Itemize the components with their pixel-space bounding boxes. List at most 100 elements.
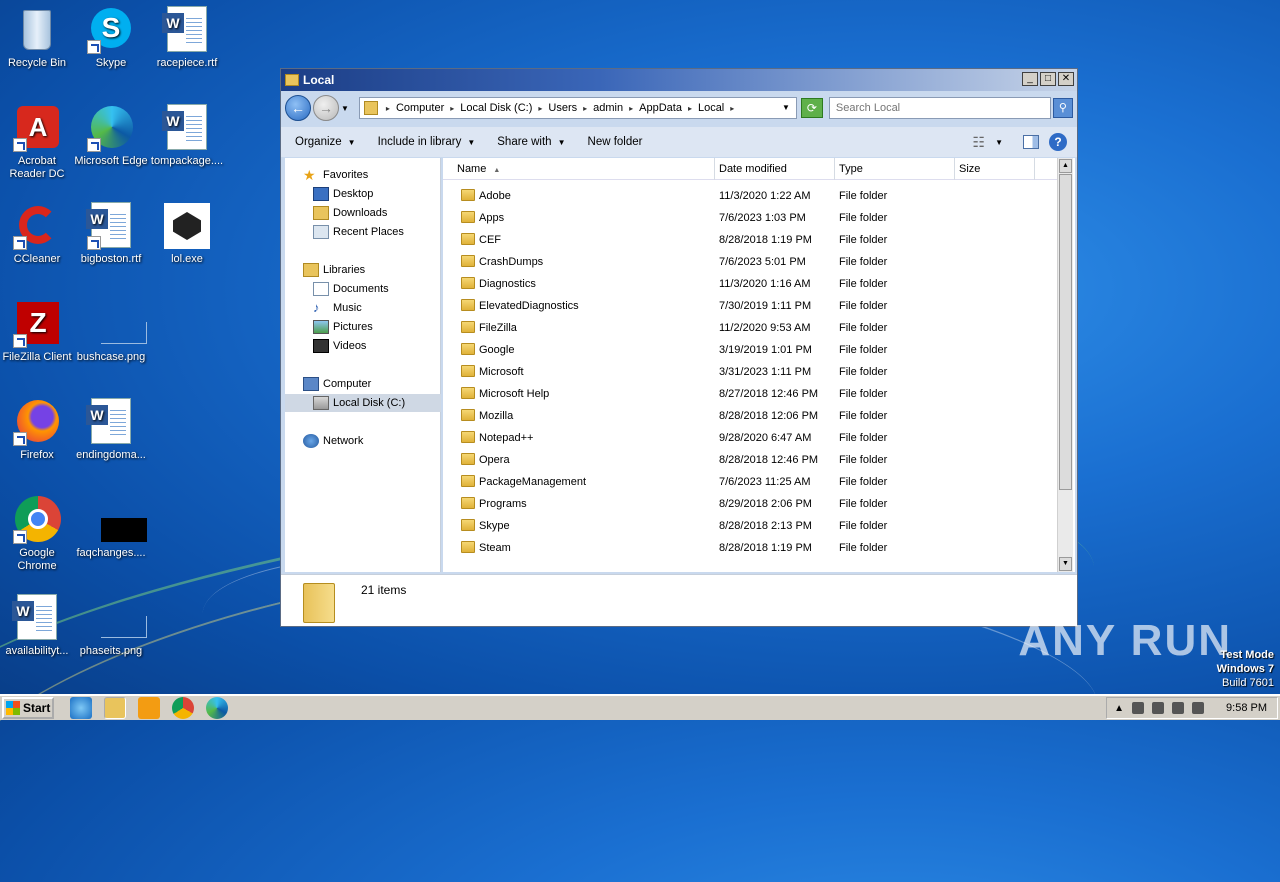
scroll-up-icon[interactable]: ▲ [1059, 159, 1072, 173]
close-button[interactable]: ✕ [1058, 72, 1074, 86]
nav-pictures[interactable]: Pictures [313, 318, 373, 336]
nav-desktop[interactable]: Desktop [313, 185, 373, 203]
breadcrumb-arrow-icon[interactable]: ▸ [450, 104, 454, 113]
nav-documents[interactable]: Documents [313, 280, 389, 298]
breadcrumb-arrow-icon[interactable]: ▸ [730, 104, 734, 113]
address-dropdown-icon[interactable]: ▼ [782, 103, 790, 112]
clock[interactable]: 9:58 PM [1226, 702, 1267, 714]
breadcrumb-appdata[interactable]: AppData [639, 102, 682, 114]
desktop-icon-phaseits[interactable]: phaseits.png [74, 594, 148, 658]
volume-icon[interactable] [1132, 702, 1145, 714]
file-row[interactable]: ElevatedDiagnostics 7/30/2019 1:11 PM File… [461, 296, 1061, 316]
windows-explorer-icon[interactable] [104, 697, 126, 719]
desktop-icon-racepiece[interactable]: W racepiece.rtf [150, 6, 224, 70]
desktop-icon-skype[interactable]: S Skype [74, 6, 148, 70]
scrollbar-thumb[interactable] [1059, 174, 1072, 490]
vertical-scrollbar[interactable]: ▲ ▼ [1057, 158, 1073, 572]
power-icon[interactable] [1172, 702, 1185, 714]
desktop-icon-faqchanges[interactable]: faqchanges.... [74, 496, 148, 560]
desktop-icon-recycle-bin[interactable]: Recycle Bin [0, 6, 74, 70]
file-row[interactable]: Microsoft Help 8/27/2018 12:46 PM File fol… [461, 384, 1061, 404]
forward-button[interactable]: → [313, 95, 339, 121]
desktop-icon-bigboston[interactable]: W bigboston.rtf [74, 202, 148, 266]
breadcrumb-computer[interactable]: Computer [396, 102, 444, 114]
nav-libraries[interactable]: Libraries [303, 261, 365, 279]
column-header-size[interactable]: Size [955, 158, 1035, 180]
file-row[interactable]: CrashDumps 7/6/2023 5:01 PM File folder [461, 252, 1061, 272]
new-folder-button[interactable]: New folder [588, 136, 643, 148]
breadcrumb-arrow-icon[interactable]: ▸ [583, 104, 587, 113]
chrome-icon[interactable] [172, 697, 194, 719]
media-player-icon[interactable] [138, 697, 160, 719]
explorer-window[interactable]: Local _ □ ✕ ← → ▼ ▸ Computer ▸ Local Dis… [280, 68, 1078, 627]
include-in-library-button[interactable]: Include in library ▼ [378, 136, 476, 148]
action-center-flag-icon[interactable] [1192, 702, 1205, 714]
desktop-icon-lol-exe[interactable]: lol.exe [150, 202, 224, 266]
file-row[interactable]: Mozilla 8/28/2018 12:06 PM File folder [461, 406, 1061, 426]
desktop-icon-filezilla[interactable]: Z FileZilla Client [0, 300, 74, 364]
nav-downloads[interactable]: Downloads [313, 204, 387, 222]
search-icon[interactable]: ⚲ [1052, 98, 1073, 118]
file-row[interactable]: Adobe 11/3/2020 1:22 AM File folder [461, 186, 1061, 206]
file-row[interactable]: Steam 8/28/2018 1:19 PM File folder [461, 538, 1061, 558]
file-row[interactable]: Skype 8/28/2018 2:13 PM File folder [461, 516, 1061, 536]
breadcrumb-local-disk[interactable]: Local Disk (C:) [460, 102, 532, 114]
nav-videos[interactable]: Videos [313, 337, 366, 355]
maximize-button[interactable]: □ [1040, 72, 1056, 86]
nav-music[interactable]: ♪ Music [313, 299, 362, 317]
breadcrumb-local[interactable]: Local [698, 102, 724, 114]
nav-favorites[interactable]: ★ Favorites [303, 166, 368, 184]
desktop-icon-bushcase[interactable]: bushcase.png [74, 300, 148, 364]
file-row[interactable]: PackageManagement 7/6/2023 11:25 AM File f… [461, 472, 1061, 492]
desktop-icon-endingdoma[interactable]: W endingdoma... [74, 398, 148, 462]
breadcrumb-arrow-icon[interactable]: ▸ [688, 104, 692, 113]
help-icon[interactable]: ? [1049, 133, 1067, 151]
file-row[interactable]: Programs 8/29/2018 2:06 PM File folder [461, 494, 1061, 514]
file-row[interactable]: Opera 8/28/2018 12:46 PM File folder [461, 450, 1061, 470]
breadcrumb-arrow-icon[interactable]: ▸ [629, 104, 633, 113]
internet-explorer-icon[interactable] [70, 697, 92, 719]
desktop-icon-acrobat[interactable]: A Acrobat Reader DC [0, 104, 74, 181]
desktop-icon-chrome[interactable]: Google Chrome [0, 496, 74, 573]
desktop-icon-tompackage[interactable]: W tompackage.... [150, 104, 224, 168]
nav-recent-places[interactable]: Recent Places [313, 223, 404, 241]
search-input[interactable] [828, 97, 1051, 119]
file-row[interactable]: Diagnostics 11/3/2020 1:16 AM File folder [461, 274, 1061, 294]
view-options-icon[interactable]: ☷ [973, 134, 986, 151]
back-button[interactable]: ← [285, 95, 311, 121]
recent-pages-dropdown-icon[interactable]: ▼ [341, 104, 349, 113]
view-dropdown-icon[interactable]: ▼ [995, 138, 1003, 147]
file-row[interactable]: CEF 8/28/2018 1:19 PM File folder [461, 230, 1061, 250]
share-with-button[interactable]: Share with ▼ [497, 136, 565, 148]
start-button[interactable]: Start [2, 697, 54, 719]
breadcrumb-users[interactable]: Users [548, 102, 577, 114]
column-header-type[interactable]: Type [835, 158, 955, 180]
desktop-icon-edge[interactable]: Microsoft Edge [74, 104, 148, 168]
preview-pane-icon[interactable] [1023, 135, 1039, 149]
network-tray-icon[interactable] [1152, 702, 1165, 714]
column-header-name[interactable]: Name ▲ [443, 158, 715, 180]
file-row[interactable]: Notepad++ 9/28/2020 6:47 AM File folder [461, 428, 1061, 448]
breadcrumb-arrow-icon[interactable]: ▸ [386, 104, 390, 113]
window-titlebar[interactable]: Local [281, 69, 1077, 91]
nav-local-disk[interactable]: Local Disk (C:) [285, 394, 441, 412]
file-row[interactable]: FileZilla 11/2/2020 9:53 AM File folder [461, 318, 1061, 338]
desktop-icon-firefox[interactable]: Firefox [0, 398, 74, 462]
nav-network[interactable]: Network [303, 432, 363, 450]
organize-button[interactable]: Organize ▼ [295, 136, 356, 148]
file-row[interactable]: Google 3/19/2019 1:01 PM File folder [461, 340, 1061, 360]
breadcrumb-arrow-icon[interactable]: ▸ [538, 104, 542, 113]
desktop-icon-availability[interactable]: W availabilityt... [0, 594, 74, 658]
file-row[interactable]: Microsoft 3/31/2023 1:11 PM File folder [461, 362, 1061, 382]
refresh-button[interactable]: ⟳ [800, 98, 823, 118]
edge-icon[interactable] [206, 697, 228, 719]
column-header-date[interactable]: Date modified [715, 158, 835, 180]
breadcrumb-admin[interactable]: admin [593, 102, 623, 114]
desktop-icon-ccleaner[interactable]: CCleaner [0, 202, 74, 266]
minimize-button[interactable]: _ [1022, 72, 1038, 86]
scroll-down-icon[interactable]: ▼ [1059, 557, 1072, 571]
nav-computer[interactable]: Computer [303, 375, 371, 393]
file-row[interactable]: Apps 7/6/2023 1:03 PM File folder [461, 208, 1061, 228]
address-bar[interactable]: ▸ Computer ▸ Local Disk (C:) ▸ Users ▸ a… [358, 97, 797, 119]
show-hidden-icons-icon[interactable]: ▲ [1114, 703, 1124, 714]
